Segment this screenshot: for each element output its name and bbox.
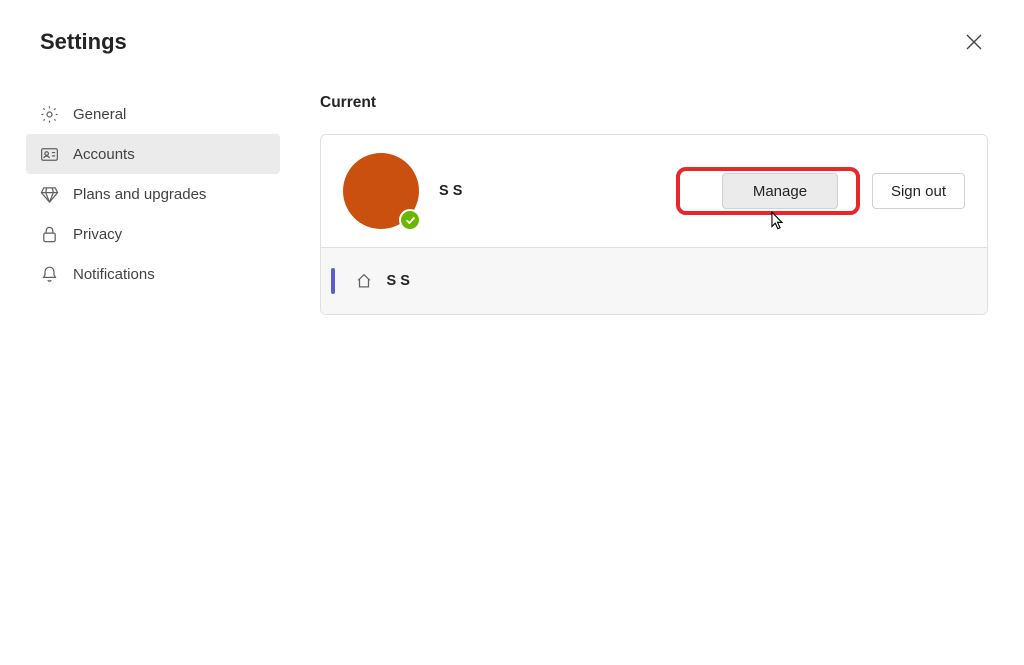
- bell-icon: [40, 265, 59, 284]
- manage-button[interactable]: Manage: [722, 173, 838, 209]
- settings-sidebar: General Accounts Plans and upgrades: [26, 76, 280, 315]
- sidebar-item-label: Accounts: [73, 146, 135, 163]
- sidebar-item-privacy[interactable]: Privacy: [26, 214, 280, 254]
- tenant-label: S S: [387, 273, 410, 289]
- diamond-icon: [40, 185, 59, 204]
- sidebar-item-label: Notifications: [73, 266, 155, 283]
- close-button[interactable]: [960, 28, 988, 56]
- account-row: S S Manage Sign out: [321, 135, 987, 247]
- section-heading-current: Current: [320, 94, 988, 112]
- sidebar-item-label: Plans and upgrades: [73, 186, 206, 203]
- presence-badge-available: [399, 209, 421, 231]
- gear-icon: [40, 105, 59, 124]
- sidebar-item-plans[interactable]: Plans and upgrades: [26, 174, 280, 214]
- account-display-name: S S: [439, 183, 462, 199]
- lock-icon: [40, 225, 59, 244]
- sidebar-item-general[interactable]: General: [26, 94, 280, 134]
- active-indicator: [331, 268, 335, 294]
- close-icon: [966, 34, 982, 50]
- sidebar-item-accounts[interactable]: Accounts: [26, 134, 280, 174]
- check-icon: [405, 215, 416, 226]
- tenant-row[interactable]: S S: [321, 247, 987, 314]
- settings-main: Current S S Manage Sign o: [320, 76, 988, 315]
- account-card: S S Manage Sign out S S: [320, 134, 988, 315]
- sidebar-item-notifications[interactable]: Notifications: [26, 254, 280, 294]
- sidebar-item-label: General: [73, 106, 126, 123]
- sign-out-button[interactable]: Sign out: [872, 173, 965, 209]
- home-icon: [355, 272, 373, 290]
- sidebar-item-label: Privacy: [73, 226, 122, 243]
- id-card-icon: [40, 145, 59, 164]
- page-title: Settings: [40, 29, 127, 55]
- avatar: [343, 153, 419, 229]
- annotation-highlight: Manage: [676, 167, 860, 215]
